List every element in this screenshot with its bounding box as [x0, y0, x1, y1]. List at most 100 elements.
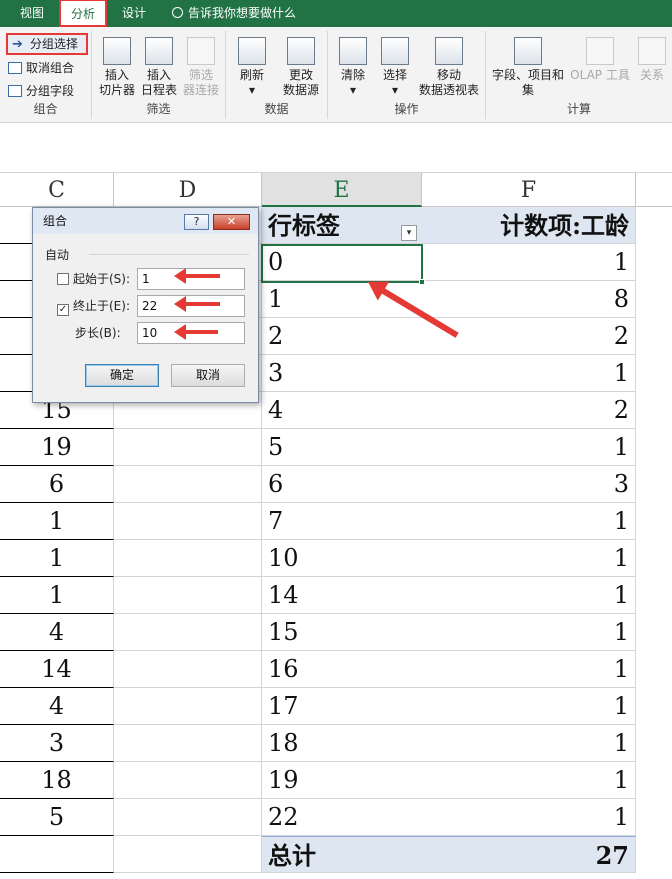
- insert-timeline-button[interactable]: 插入 日程表: [138, 35, 180, 98]
- pivot-row-count[interactable]: 1: [422, 614, 636, 651]
- pivot-row-count[interactable]: 1: [422, 244, 636, 281]
- pivot-row-count[interactable]: 1: [422, 651, 636, 688]
- cell-c-value[interactable]: 3: [0, 725, 114, 762]
- pivot-row-label[interactable]: 2: [262, 318, 422, 355]
- cell-c-value[interactable]: 18: [0, 762, 114, 799]
- annotation-arrow-step: [174, 324, 218, 340]
- arrow-right-icon: ➔: [12, 37, 23, 52]
- column-header-d[interactable]: D: [114, 173, 262, 207]
- chevron-down-icon: ▾: [391, 83, 399, 97]
- pivot-row-count[interactable]: 8: [422, 281, 636, 318]
- end-checkbox[interactable]: ✓: [57, 304, 69, 316]
- cell-d[interactable]: [114, 614, 262, 651]
- cell-c-value[interactable]: 4: [0, 614, 114, 651]
- pivot-row-count[interactable]: 1: [422, 725, 636, 762]
- pivot-row-label[interactable]: 18: [262, 725, 422, 762]
- column-header-e[interactable]: E: [262, 173, 422, 207]
- ok-button[interactable]: 确定: [85, 364, 159, 387]
- tell-me-search[interactable]: 告诉我你想要做什么: [172, 0, 296, 27]
- pivot-row-label[interactable]: 4: [262, 392, 422, 429]
- pivot-value-header[interactable]: 计数项:工龄: [422, 207, 636, 244]
- pivot-row-label[interactable]: 22: [262, 799, 422, 836]
- group-field-label: 分组字段: [26, 84, 75, 98]
- pivot-row-label-header[interactable]: 行标签: [262, 207, 422, 244]
- ribbon-group-group: ➔ 分组选择 取消组合 分组字段 组合: [0, 31, 92, 119]
- end-input[interactable]: 22: [137, 295, 245, 317]
- insert-timeline-label-2: 日程表: [140, 83, 177, 97]
- pivot-row-label[interactable]: 14: [262, 577, 422, 614]
- move-pivot-button[interactable]: 移动 数据透视表: [416, 35, 482, 98]
- annotation-arrow-start: [174, 268, 220, 284]
- ungroup-button[interactable]: 取消组合: [4, 57, 74, 79]
- group-selection-button[interactable]: ➔ 分组选择: [6, 33, 88, 55]
- cell-c-value[interactable]: 6: [0, 466, 114, 503]
- pivot-row-label[interactable]: 5: [262, 429, 422, 466]
- cell-d[interactable]: [114, 503, 262, 540]
- pivot-row-label[interactable]: 3: [262, 355, 422, 392]
- tab-view[interactable]: 视图: [10, 0, 54, 27]
- pivot-row-label[interactable]: 10: [262, 540, 422, 577]
- cell-d[interactable]: [114, 725, 262, 762]
- start-input[interactable]: 1: [137, 268, 245, 290]
- pivot-row-count[interactable]: 1: [422, 429, 636, 466]
- close-button[interactable]: ✕: [213, 214, 250, 230]
- ungroup-label: 取消组合: [26, 61, 75, 75]
- tell-me-text: 告诉我你想要做什么: [188, 6, 297, 20]
- fields-items-button[interactable]: 字段、项目和集: [488, 35, 568, 98]
- cell-c-value[interactable]: 1: [0, 577, 114, 614]
- pivot-total-label[interactable]: 总计: [262, 836, 422, 873]
- cell-c-value[interactable]: 1: [0, 540, 114, 577]
- cell-d[interactable]: [114, 466, 262, 503]
- fill-handle[interactable]: [419, 279, 425, 285]
- help-button[interactable]: ?: [184, 214, 209, 230]
- cell-d[interactable]: [114, 836, 262, 873]
- pivot-row-label[interactable]: 7: [262, 503, 422, 540]
- cell-d[interactable]: [114, 688, 262, 725]
- insert-slicer-label-1: 插入: [104, 68, 129, 82]
- pivot-row-count[interactable]: 1: [422, 799, 636, 836]
- tab-design[interactable]: 设计: [112, 0, 156, 27]
- active-cell-selection[interactable]: [261, 244, 425, 285]
- cell-d[interactable]: [114, 429, 262, 466]
- cell-c-value[interactable]: [0, 836, 114, 873]
- pivot-row-count[interactable]: 3: [422, 466, 636, 503]
- pivot-row-count[interactable]: 2: [422, 392, 636, 429]
- pivot-row-label[interactable]: 17: [262, 688, 422, 725]
- cell-d[interactable]: [114, 540, 262, 577]
- cell-d[interactable]: [114, 577, 262, 614]
- clear-button[interactable]: 清除 ▾: [332, 35, 374, 98]
- pivot-row-count[interactable]: 1: [422, 540, 636, 577]
- row-label-filter-dropdown[interactable]: ▾: [401, 225, 417, 241]
- cell-c-value[interactable]: 14: [0, 651, 114, 688]
- pivot-row-label[interactable]: 6: [262, 466, 422, 503]
- cell-c-value[interactable]: 19: [0, 429, 114, 466]
- cell-c-value[interactable]: 5: [0, 799, 114, 836]
- cell-c-value[interactable]: 1: [0, 503, 114, 540]
- cell-d[interactable]: [114, 651, 262, 688]
- pivot-row-count[interactable]: 1: [422, 762, 636, 799]
- pivot-row-count[interactable]: 1: [422, 355, 636, 392]
- pivot-row-count[interactable]: 1: [422, 688, 636, 725]
- column-header-f[interactable]: F: [422, 173, 636, 207]
- cancel-button[interactable]: 取消: [171, 364, 245, 387]
- group-dialog: 组合 ? ✕ 自动 起始于(S): 1 ✓ 终止于(E): 22 步长(B): 1…: [32, 207, 259, 403]
- cell-c-value[interactable]: 4: [0, 688, 114, 725]
- cell-d[interactable]: [114, 762, 262, 799]
- tab-analyze[interactable]: 分析: [59, 0, 107, 27]
- pivot-row-label[interactable]: 16: [262, 651, 422, 688]
- refresh-button[interactable]: 刷新 ▾: [230, 35, 274, 98]
- cell-d[interactable]: [114, 799, 262, 836]
- pivot-row-label[interactable]: 15: [262, 614, 422, 651]
- change-source-button[interactable]: 更改 数据源: [276, 35, 326, 98]
- start-row: 起始于(S):: [57, 268, 130, 290]
- pivot-row-count[interactable]: 1: [422, 503, 636, 540]
- olap-tools-label: OLAP 工具: [570, 68, 630, 82]
- pivot-total-value[interactable]: 27: [422, 836, 636, 873]
- column-header-c[interactable]: C: [0, 173, 114, 207]
- pivot-row-count[interactable]: 1: [422, 577, 636, 614]
- insert-slicer-button[interactable]: 插入 切片器: [96, 35, 138, 98]
- select-button[interactable]: 选择 ▾: [374, 35, 416, 98]
- group-field-button[interactable]: 分组字段: [4, 80, 74, 102]
- start-checkbox[interactable]: [57, 273, 69, 285]
- pivot-row-label[interactable]: 19: [262, 762, 422, 799]
